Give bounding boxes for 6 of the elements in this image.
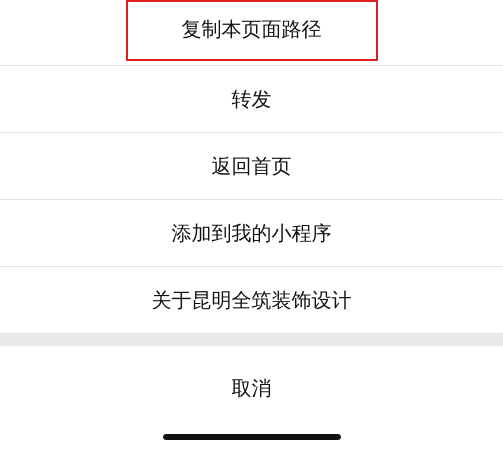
cancel-button[interactable]: 取消 [196, 356, 308, 420]
menu-item[interactable]: 添加到我的小程序 [136, 202, 368, 264]
menu-item[interactable]: 转发 [196, 68, 308, 130]
menu-item[interactable]: 返回首页 [176, 134, 328, 198]
menu-item[interactable]: 关于昆明全筑装饰设计 [116, 268, 388, 332]
menu-item[interactable]: 复制本页面路径 [126, 0, 378, 61]
